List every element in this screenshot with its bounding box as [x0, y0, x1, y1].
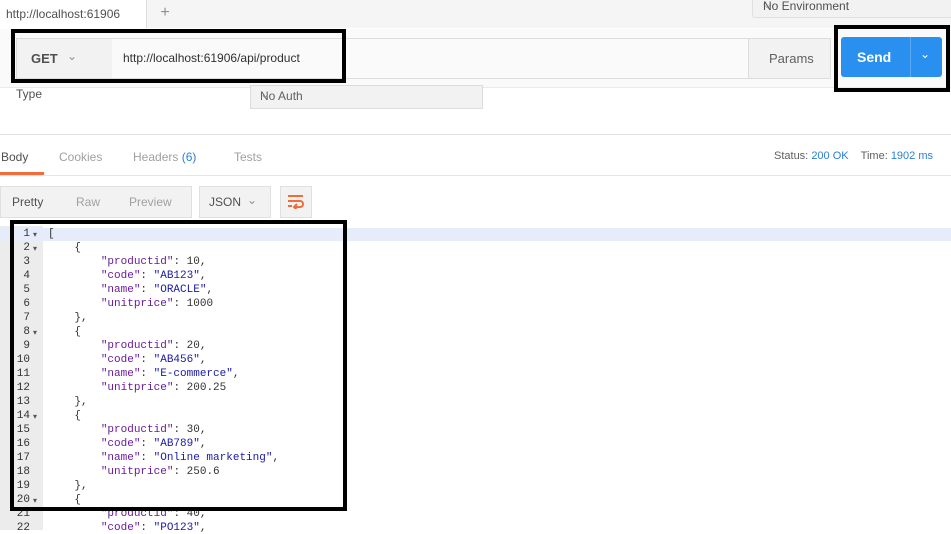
tab-body[interactable]: Body [1, 150, 28, 164]
time-value: 1902 ms [890, 150, 934, 162]
tab-tests[interactable]: Tests [234, 150, 262, 164]
highlight-box-response [10, 220, 347, 511]
raw-button[interactable]: Raw [76, 195, 100, 209]
headers-count: (6) [181, 150, 197, 164]
line-number: 22 [16, 522, 30, 534]
auth-type-select[interactable]: No Auth ⌄ [250, 85, 483, 109]
response-status: Status: 200 OK Time: 1902 ms [774, 150, 933, 162]
request-tab-title: http://localhost:61906 [6, 7, 121, 21]
preview-button[interactable]: Preview [129, 195, 172, 209]
auth-type-label: Type [16, 87, 43, 101]
time-label: Time: [860, 150, 888, 162]
tab-cookies[interactable]: Cookies [59, 150, 102, 164]
wrap-lines-button[interactable] [280, 186, 312, 218]
params-button[interactable]: Params [748, 38, 831, 79]
view-mode-group: Pretty Raw Preview [0, 186, 192, 218]
tab-headers-label: Headers [133, 150, 179, 164]
request-tab[interactable]: http://localhost:61906 [0, 0, 147, 28]
chevron-down-icon: ⌄ [260, 87, 271, 101]
tab-headers[interactable]: Headers (6) [133, 150, 196, 164]
wrap-icon [288, 195, 304, 209]
chevron-down-icon: ⌄ [247, 193, 258, 207]
highlight-box-send [834, 25, 950, 92]
code-line: "code": "PO123", [100, 522, 207, 534]
highlight-box-request [11, 29, 346, 83]
tabs-divider [0, 175, 951, 176]
status-label: Status: [774, 150, 809, 162]
section-divider [0, 134, 951, 135]
pretty-button[interactable]: Pretty [12, 195, 43, 209]
format-select[interactable]: JSON ⌄ [199, 186, 271, 218]
params-label: Params [769, 51, 814, 66]
environment-select[interactable]: No Environment ⌵ [752, 0, 951, 18]
status-value: 200 OK [811, 150, 849, 162]
add-tab-button[interactable]: + [155, 2, 175, 24]
format-label: JSON [209, 195, 242, 209]
chevron-down-icon: ⌵ [763, 0, 772, 11]
